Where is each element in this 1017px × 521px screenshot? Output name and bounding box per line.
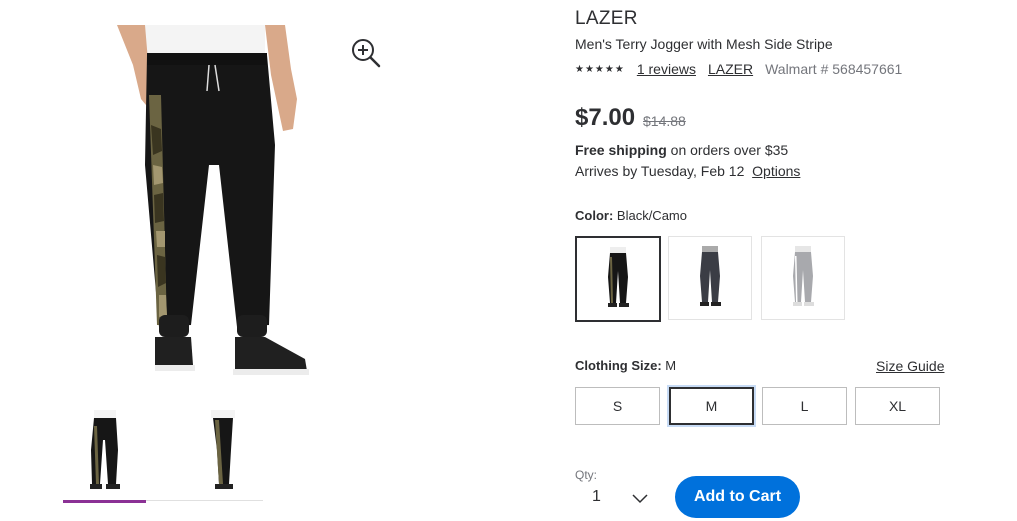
size-option-xl[interactable]: XL xyxy=(855,387,940,425)
shipping-info: Free shipping on orders over $35 xyxy=(575,142,788,158)
color-label-key: Color: xyxy=(575,208,614,223)
rating-stars: ★★★★★ xyxy=(575,63,625,75)
current-price: $7.00 xyxy=(575,104,636,131)
quantity-select[interactable]: 1 xyxy=(592,488,601,506)
arrival-date: Arrives by Tuesday, Feb 12 xyxy=(575,163,745,179)
color-swatch-charcoal[interactable] xyxy=(668,236,752,320)
zoom-in-icon xyxy=(352,39,381,68)
product-meta-row: ★★★★★ 1 reviews LAZER Walmart # 56845766… xyxy=(575,61,902,77)
size-selected-value: M xyxy=(665,358,677,373)
swatch-heather-gray-image xyxy=(793,246,814,306)
zoom-button[interactable] xyxy=(350,37,382,69)
reviews-link[interactable]: 1 reviews xyxy=(637,61,696,77)
color-selected-value: Black/Camo xyxy=(616,208,687,223)
size-guide-link[interactable]: Size Guide xyxy=(876,358,944,374)
product-name: Men's Terry Jogger with Mesh Side Stripe xyxy=(575,36,833,52)
color-swatch-heather-gray[interactable] xyxy=(761,236,845,320)
size-option-s[interactable]: S xyxy=(575,387,660,425)
thumbnail-active-indicator xyxy=(63,500,146,503)
size-label: Clothing Size: M xyxy=(575,358,676,373)
quantity-dropdown[interactable] xyxy=(632,491,648,504)
add-to-cart-button[interactable]: Add to Cart xyxy=(675,476,800,518)
was-price: $14.88 xyxy=(643,113,686,129)
thumbnail-side[interactable] xyxy=(180,410,262,494)
chevron-down-icon xyxy=(632,494,648,504)
free-shipping-detail: on orders over $35 xyxy=(666,142,789,158)
size-label-key: Clothing Size: xyxy=(575,358,662,373)
swatch-black-camo-image xyxy=(608,247,629,307)
brand-title: LAZER xyxy=(575,8,638,29)
main-product-image[interactable] xyxy=(115,25,315,385)
shipping-options-link[interactable]: Options xyxy=(752,163,800,179)
color-label: Color: Black/Camo xyxy=(575,208,687,223)
swatch-charcoal-image xyxy=(700,246,721,306)
size-option-m[interactable]: M xyxy=(669,387,754,425)
sku-number: Walmart # 568457661 xyxy=(765,61,903,77)
color-swatch-black-camo[interactable] xyxy=(575,236,661,322)
thumbnail-front[interactable] xyxy=(63,410,145,494)
free-shipping-label: Free shipping xyxy=(575,142,667,158)
thumbnail-front-image xyxy=(90,410,120,489)
quantity-label: Qty: xyxy=(575,468,598,482)
brand-link[interactable]: LAZER xyxy=(708,61,753,77)
size-option-l[interactable]: L xyxy=(762,387,847,425)
jogger-photo-illustration xyxy=(117,25,309,375)
arrival-info: Arrives by Tuesday, Feb 12 Options xyxy=(575,163,800,179)
thumbnail-side-image xyxy=(211,410,235,489)
